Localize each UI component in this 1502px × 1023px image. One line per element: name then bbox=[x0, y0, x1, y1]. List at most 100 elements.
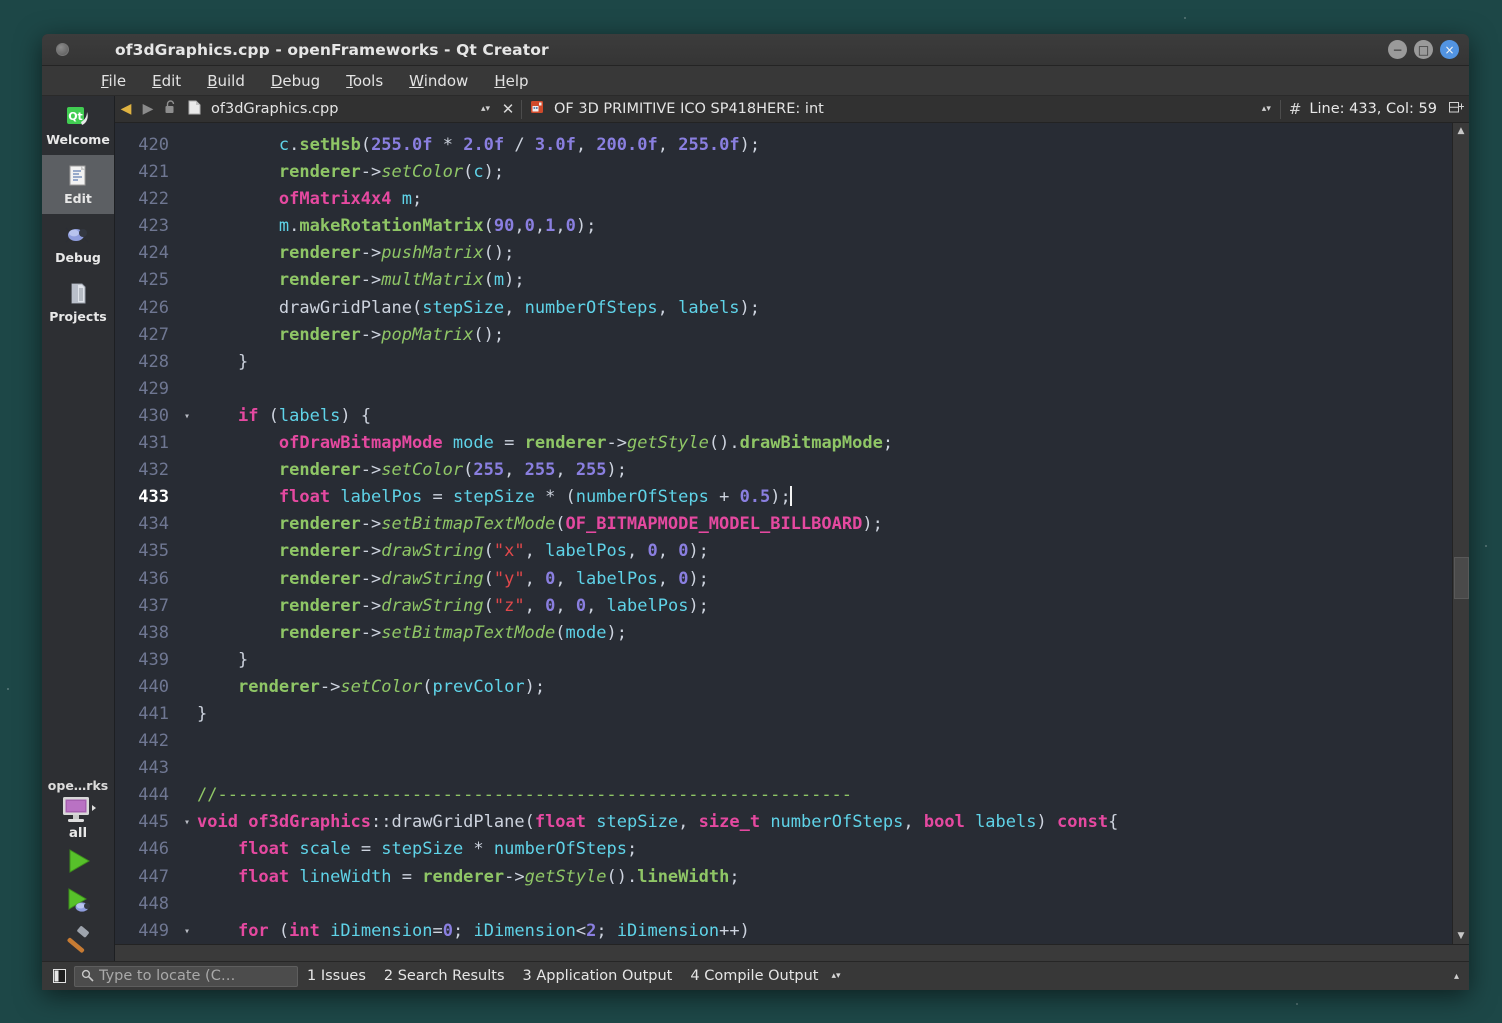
line-number: 436 bbox=[138, 568, 169, 589]
scroll-up-arrow[interactable]: ▲ bbox=[1453, 123, 1469, 139]
fold-gutter bbox=[177, 376, 197, 403]
debug-button[interactable] bbox=[42, 881, 114, 921]
code-line[interactable]: 436 renderer->drawString("y", 0, labelPo… bbox=[115, 566, 1452, 593]
open-file-combo-arrow[interactable]: ▴▾ bbox=[481, 105, 493, 114]
code-line[interactable]: 439 } bbox=[115, 647, 1452, 674]
output-pane-issues[interactable]: 1 Issues bbox=[298, 968, 375, 984]
sidebar-item-debug[interactable]: Debug bbox=[42, 214, 114, 273]
code-line[interactable]: 449 ▾ for (int iDimension=0; iDimension<2… bbox=[115, 918, 1452, 944]
menu-build[interactable]: Build bbox=[194, 69, 258, 93]
hash-icon: # bbox=[1288, 100, 1302, 118]
code-line[interactable]: 422 ofMatrix4x4 m; bbox=[115, 186, 1452, 213]
code-line[interactable]: 445 ▾ void of3dGraphics::drawGridPlane(flo… bbox=[115, 809, 1452, 836]
locator-input[interactable]: Type to locate (C… bbox=[74, 965, 298, 987]
menu-window[interactable]: Window bbox=[396, 69, 481, 93]
menu-debug[interactable]: Debug bbox=[258, 69, 333, 93]
code-line[interactable]: 448 bbox=[115, 891, 1452, 918]
fold-marker-icon[interactable]: ▾ bbox=[177, 918, 197, 944]
fold-gutter bbox=[177, 159, 197, 186]
output-pane-compile-output[interactable]: 4 Compile Output bbox=[681, 968, 827, 984]
close-document-button[interactable]: ✕ bbox=[497, 100, 519, 118]
menu-edit[interactable]: Edit bbox=[139, 69, 194, 93]
code-line[interactable]: 434 renderer->setBitmapTextMode(OF_BITMA… bbox=[115, 511, 1452, 538]
menu-file[interactable]: File bbox=[88, 69, 139, 93]
menu-tools[interactable]: Tools bbox=[333, 69, 396, 93]
close-button[interactable]: × bbox=[1440, 40, 1459, 59]
open-file-combo[interactable]: of3dGraphics.cpp ▴▾ bbox=[181, 98, 497, 121]
unlocked-padlock-icon[interactable] bbox=[159, 99, 181, 119]
code-line[interactable]: 433 float labelPos = stepSize * (numberO… bbox=[115, 484, 1452, 511]
build-button[interactable] bbox=[42, 921, 114, 961]
line-number: 427 bbox=[138, 324, 169, 345]
split-editor-icon[interactable] bbox=[1443, 101, 1469, 118]
editor-viewport: 420 c.setHsb(255.0f * 2.0f / 3.0f, 200.0… bbox=[115, 123, 1469, 944]
fold-gutter bbox=[177, 240, 197, 267]
code-line[interactable]: 430 ▾ if (labels) { bbox=[115, 403, 1452, 430]
folder-book-icon bbox=[71, 283, 86, 304]
code-line[interactable]: 446 float scale = stepSize * numberOfSte… bbox=[115, 836, 1452, 863]
line-column-indicator[interactable]: Line: 433, Col: 59 bbox=[1309, 101, 1443, 117]
fold-gutter bbox=[177, 782, 197, 809]
code-line[interactable]: 442 bbox=[115, 728, 1452, 755]
code-line[interactable]: 444 //-----------------------------------… bbox=[115, 782, 1452, 809]
code-line[interactable]: 437 renderer->drawString("z", 0, 0, labe… bbox=[115, 593, 1452, 620]
run-button[interactable] bbox=[42, 841, 114, 881]
code-line[interactable]: 432 renderer->setColor(255, 255, 255); bbox=[115, 457, 1452, 484]
symbol-combo-arrow[interactable]: ▴▾ bbox=[1262, 105, 1274, 114]
maximize-button[interactable]: □ bbox=[1414, 40, 1433, 59]
fold-marker-icon[interactable]: ▾ bbox=[177, 809, 197, 836]
code-line[interactable]: 440 renderer->setColor(prevColor); bbox=[115, 674, 1452, 701]
navigate-forward-button[interactable]: ▶ bbox=[137, 101, 159, 117]
symbol-combo[interactable]: OF 3D PRIMITIVE ICO SP418HERE: int ▴▾ bbox=[524, 98, 1278, 121]
editor-vertical-scrollbar[interactable]: ▲ ▼ bbox=[1452, 123, 1469, 944]
editor-horizontal-scrollbar[interactable] bbox=[115, 944, 1469, 961]
code-line[interactable]: 438 renderer->setBitmapTextMode(mode); bbox=[115, 620, 1452, 647]
navigate-back-button[interactable]: ◀ bbox=[115, 101, 137, 117]
line-number: 426 bbox=[138, 297, 169, 318]
line-number: 447 bbox=[138, 866, 169, 887]
fold-gutter bbox=[177, 267, 197, 294]
sidebar-item-edit[interactable]: Edit bbox=[42, 155, 114, 214]
code-line[interactable]: 441} bbox=[115, 701, 1452, 728]
kit-project-label: ope…rks bbox=[47, 778, 109, 793]
code-line[interactable]: 447 float lineWidth = renderer->getStyle… bbox=[115, 864, 1452, 891]
scroll-down-arrow[interactable]: ▼ bbox=[1453, 928, 1469, 944]
minimize-button[interactable]: − bbox=[1388, 40, 1407, 59]
code-editor[interactable]: 420 c.setHsb(255.0f * 2.0f / 3.0f, 200.0… bbox=[115, 123, 1452, 944]
code-line[interactable]: 426 drawGridPlane(stepSize, numberOfStep… bbox=[115, 295, 1452, 322]
fold-marker-icon[interactable]: ▾ bbox=[177, 403, 197, 430]
scrollbar-thumb[interactable] bbox=[1454, 557, 1469, 599]
hammer-icon bbox=[67, 926, 89, 953]
statusbar: Type to locate (C… 1 Issues 2 Search Res… bbox=[42, 961, 1469, 990]
line-number: 444 bbox=[138, 785, 169, 806]
toolbar-divider bbox=[1279, 99, 1281, 119]
code-text: m.makeRotationMatrix(90,0,1,0); bbox=[278, 216, 597, 237]
line-number: 440 bbox=[138, 676, 169, 697]
code-text: renderer->setBitmapTextMode(mode); bbox=[278, 622, 627, 643]
sidebar-toggle-icon[interactable] bbox=[48, 966, 70, 986]
menu-help[interactable]: Help bbox=[481, 69, 541, 93]
code-line[interactable]: 423 m.makeRotationMatrix(90,0,1,0); bbox=[115, 213, 1452, 240]
code-line[interactable]: 431 ofDrawBitmapMode mode = renderer->ge… bbox=[115, 430, 1452, 457]
code-line[interactable]: 429 bbox=[115, 376, 1452, 403]
sidebar-item-projects[interactable]: Projects bbox=[42, 273, 114, 332]
text-cursor bbox=[789, 486, 792, 507]
code-line[interactable]: 428 } bbox=[115, 349, 1452, 376]
code-line[interactable]: 420 c.setHsb(255.0f * 2.0f / 3.0f, 200.0… bbox=[115, 132, 1452, 159]
menu-file-mnemonic: F bbox=[101, 71, 109, 90]
menu-help-label: elp bbox=[505, 71, 529, 90]
output-pane-search-results[interactable]: 2 Search Results bbox=[375, 968, 514, 984]
kit-selector[interactable]: ope…rks all bbox=[42, 776, 114, 841]
line-number: 428 bbox=[138, 351, 169, 372]
sidebar-item-welcome[interactable]: Qt Welcome bbox=[42, 96, 114, 155]
output-pane-application-output[interactable]: 3 Application Output bbox=[514, 968, 682, 984]
document-edit-icon bbox=[69, 165, 86, 186]
code-line[interactable]: 421 renderer->setColor(c); bbox=[115, 159, 1452, 186]
code-line[interactable]: 435 renderer->drawString("x", labelPos, … bbox=[115, 538, 1452, 565]
code-line[interactable]: 443 bbox=[115, 755, 1452, 782]
code-line[interactable]: 427 renderer->popMatrix(); bbox=[115, 322, 1452, 349]
code-line[interactable]: 424 renderer->pushMatrix(); bbox=[115, 240, 1452, 267]
statusbar-resize-grip[interactable]: ▴ bbox=[1454, 971, 1469, 982]
code-line[interactable]: 425 renderer->multMatrix(m); bbox=[115, 267, 1452, 294]
output-pane-selector-arrow[interactable]: ▴▾ bbox=[827, 972, 844, 981]
